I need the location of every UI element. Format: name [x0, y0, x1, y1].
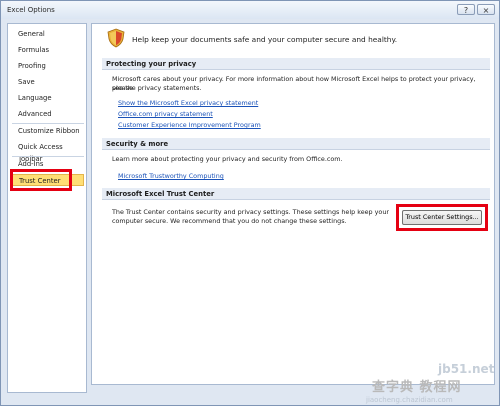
watermark-cn: 查字典 教程网 — [372, 380, 462, 395]
title-bar: Excel Options ? × — [1, 1, 499, 19]
section-header-privacy: Protecting your privacy — [102, 58, 490, 70]
watermark-url: jiaocheng.chazidian.com — [366, 396, 453, 404]
sidebar-item-formulas[interactable]: Formulas — [12, 44, 84, 56]
section-header-trust-center: Microsoft Excel Trust Center — [102, 188, 490, 200]
sidebar-item-customize-ribbon[interactable]: Customize Ribbon — [12, 125, 84, 137]
link-ceip[interactable]: Customer Experience Improvement Program — [118, 121, 261, 129]
trust-center-panel: Help keep your documents safe and your c… — [91, 23, 495, 385]
sidebar-item-quick-access-toolbar[interactable]: Quick Access Toolbar — [12, 141, 84, 163]
section-header-security: Security & more — [102, 138, 490, 150]
sidebar-divider — [12, 123, 84, 124]
trust-center-text-line1: The Trust Center contains security and p… — [112, 208, 390, 216]
watermark-site: jb51.net — [438, 362, 495, 376]
link-excel-privacy-statement[interactable]: Show the Microsoft Excel privacy stateme… — [118, 99, 258, 107]
sidebar-item-advanced[interactable]: Advanced — [12, 108, 84, 120]
highlight-box-trust-center — [10, 169, 72, 191]
intro-text: Help keep your documents safe and your c… — [132, 35, 398, 44]
sidebar-item-language[interactable]: Language — [12, 92, 84, 104]
close-button[interactable]: × — [477, 4, 495, 15]
sidebar-item-save[interactable]: Save — [12, 76, 84, 88]
sidebar-divider — [12, 156, 84, 157]
highlight-box-trust-center-settings — [396, 204, 488, 231]
window-title: Excel Options — [7, 6, 55, 14]
sidebar-nav: General Formulas Proofing Save Language … — [7, 23, 87, 393]
excel-options-window: Excel Options ? × General Formulas Proof… — [0, 0, 500, 406]
sidebar-item-proofing[interactable]: Proofing — [12, 60, 84, 72]
privacy-text-line2: see the privacy statements. — [112, 84, 202, 92]
sidebar-item-general[interactable]: General — [12, 28, 84, 40]
trust-center-text-line2: computer secure. We recommend that you d… — [112, 217, 347, 225]
link-trustworthy-computing[interactable]: Microsoft Trustworthy Computing — [118, 172, 224, 180]
help-button[interactable]: ? — [457, 4, 475, 15]
security-text: Learn more about protecting your privacy… — [112, 155, 343, 163]
shield-icon — [107, 28, 125, 48]
link-office-privacy-statement[interactable]: Office.com privacy statement — [118, 110, 213, 118]
